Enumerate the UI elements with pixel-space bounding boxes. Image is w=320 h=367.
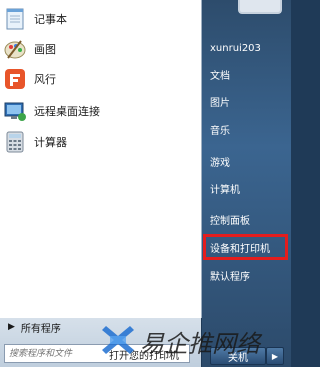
right-item-label: 图片	[210, 97, 230, 109]
shutdown-label: 关机	[228, 352, 248, 364]
remote-desktop-icon	[4, 102, 26, 121]
right-item-label: 文档	[210, 70, 230, 82]
program-item-paint[interactable]: 画图	[0, 34, 200, 64]
right-item-pictures[interactable]: 图片	[202, 91, 287, 111]
paint-icon	[4, 40, 26, 59]
programs-pane: 记事本 画图 风行 远程桌面连接 计算器	[0, 0, 202, 318]
shutdown-button[interactable]: 关机	[210, 347, 266, 365]
program-label: 计算器	[34, 136, 67, 149]
right-item-default-programs[interactable]: 默认程序	[202, 265, 287, 285]
program-label: 远程桌面连接	[34, 105, 100, 118]
right-item-computer[interactable]: 计算机	[202, 178, 287, 198]
shutdown-options-arrow-icon[interactable]: ▶	[266, 347, 284, 365]
program-item-notepad[interactable]: 记事本	[0, 4, 200, 34]
program-label: 画图	[34, 43, 56, 56]
right-item-label: 计算机	[210, 184, 240, 196]
program-item-calculator[interactable]: 计算器	[0, 127, 200, 157]
right-item-label: 控制面板	[210, 215, 250, 227]
highlight-box	[203, 234, 288, 260]
program-label: 记事本	[34, 13, 67, 26]
calculator-icon	[6, 131, 24, 153]
avatar[interactable]	[238, 0, 282, 14]
funshion-icon	[5, 69, 25, 89]
notepad-icon	[6, 8, 24, 30]
arrow-right-icon: ▶	[8, 322, 15, 332]
right-item-music[interactable]: 音乐	[202, 119, 287, 139]
all-programs-label: 所有程序	[20, 323, 61, 335]
right-item-username[interactable]: xunrui203	[202, 38, 287, 58]
right-item-control-panel[interactable]: 控制面板	[202, 209, 287, 229]
right-item-games[interactable]: 游戏	[202, 151, 287, 171]
right-item-label: 游戏	[210, 157, 230, 169]
right-item-label: 音乐	[210, 125, 230, 137]
program-label: 风行	[34, 73, 56, 86]
program-item-funshion[interactable]: 风行	[0, 64, 200, 94]
all-programs-button[interactable]: ▶ 所有程序	[0, 318, 201, 336]
program-item-remote-desktop[interactable]: 远程桌面连接	[0, 96, 200, 126]
username-label: xunrui203	[210, 42, 261, 54]
right-item-label: 默认程序	[210, 271, 250, 283]
right-item-documents[interactable]: 文档	[202, 64, 287, 84]
search-overlay-text: 打开您的打印机	[108, 347, 180, 362]
